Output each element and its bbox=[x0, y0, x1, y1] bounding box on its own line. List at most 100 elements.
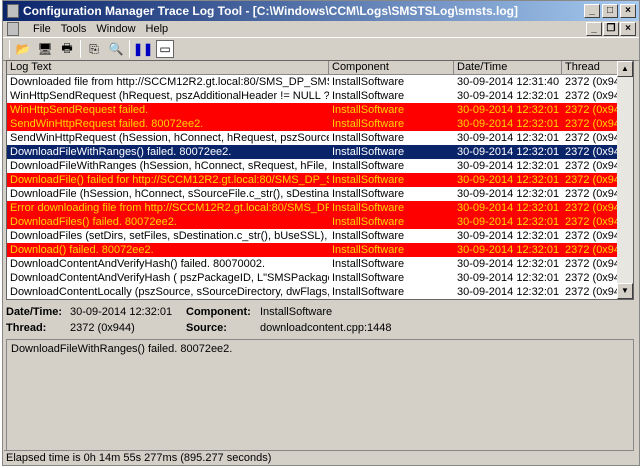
column-component[interactable]: Component bbox=[329, 61, 454, 75]
thread-cell: 2372 (0x944) bbox=[565, 258, 618, 270]
toolbar-separator bbox=[129, 40, 130, 58]
log-row[interactable]: Downloaded file from http://SCCM12R2.gt.… bbox=[7, 75, 633, 89]
component-cell: InstallSoftware bbox=[332, 272, 405, 284]
thread-cell: 2372 (0x944) bbox=[565, 132, 618, 144]
status-bar: Elapsed time is 0h 14m 55s 277ms (895.27… bbox=[4, 450, 634, 464]
maximize-button[interactable]: □ bbox=[602, 4, 618, 18]
thread-cell: 2372 (0x944) bbox=[565, 90, 618, 102]
log-row[interactable]: WinHttpSendRequest (hRequest, pszAdditio… bbox=[7, 89, 633, 103]
log-row[interactable]: DownloadFile (hSession, hConnect, sSourc… bbox=[7, 187, 633, 201]
toolbar: 📂 🖥 🖶 ⎘ 🔍 ❚❚ ▭ bbox=[3, 37, 639, 61]
log-row[interactable]: DownloadFile() failed for http://SCCM12R… bbox=[7, 173, 633, 187]
log-text-cell: Download() failed. 80072ee2. bbox=[10, 244, 154, 256]
component-cell: InstallSoftware bbox=[332, 188, 405, 200]
window-title: Configuration Manager Trace Log Tool - [… bbox=[23, 4, 518, 18]
scroll-up-arrow[interactable]: ▲ bbox=[617, 61, 633, 77]
column-datetime[interactable]: Date/Time bbox=[454, 61, 562, 75]
copy-icon[interactable]: ⎘ bbox=[85, 40, 103, 58]
open-icon[interactable]: 📂 bbox=[14, 40, 32, 58]
log-text-cell: DownloadContentAndVerifyHash() failed. 8… bbox=[10, 258, 265, 270]
log-row[interactable]: Error downloading file from http://SCCM1… bbox=[7, 201, 633, 215]
log-text-cell: WinHttpSendRequest failed. bbox=[10, 104, 149, 116]
menu-file[interactable]: File bbox=[33, 23, 51, 35]
component-cell: InstallSoftware bbox=[332, 258, 405, 270]
child-restore-button[interactable]: ❐ bbox=[603, 22, 619, 36]
component-cell: InstallSoftware bbox=[332, 160, 405, 172]
toolbar-separator bbox=[9, 40, 10, 58]
thread-cell: 2372 (0x944) bbox=[565, 202, 618, 214]
log-row[interactable]: SendWinHttpRequest (hSession, hConnect, … bbox=[7, 131, 633, 145]
log-row[interactable]: DownloadContentAndVerifyHash ( pszPackag… bbox=[7, 271, 633, 285]
thread-cell: 2372 (0x944) bbox=[565, 216, 618, 228]
pause-icon[interactable]: ❚❚ bbox=[133, 40, 153, 58]
log-row[interactable]: DownloadFileWithRanges (hSession, hConne… bbox=[7, 159, 633, 173]
log-text-cell: DownloadFile() failed for http://SCCM12R… bbox=[10, 174, 329, 186]
detail-panel: Date/Time: 30-09-2014 12:32:01 Component… bbox=[6, 303, 634, 339]
find-icon[interactable]: 🔍 bbox=[107, 40, 125, 58]
server-icon[interactable]: 🖥 bbox=[36, 40, 54, 58]
component-cell: InstallSoftware bbox=[332, 76, 405, 88]
log-row[interactable]: Download() failed. 80072ee2. InstallSoftw… bbox=[7, 243, 633, 257]
close-button[interactable]: × bbox=[620, 4, 636, 18]
vertical-scrollbar[interactable]: ▲ ▼ bbox=[617, 61, 633, 299]
log-text-cell: DownloadFiles (setDirs, setFiles, sDesti… bbox=[10, 230, 329, 242]
menu-tools[interactable]: Tools bbox=[61, 23, 87, 35]
log-row[interactable]: DownloadFileWithRanges() failed. 80072ee… bbox=[7, 145, 633, 159]
log-row[interactable]: DownloadFiles() failed. 80072ee2. Install… bbox=[7, 215, 633, 229]
child-minimize-button[interactable]: _ bbox=[586, 22, 602, 36]
log-text-cell: Error downloading file from http://SCCM1… bbox=[10, 202, 329, 214]
log-row[interactable]: DownloadContentLocally (pszSource, sSour… bbox=[7, 285, 633, 299]
datetime-cell: 30-09-2014 12:32:01 bbox=[457, 216, 560, 228]
menu-window[interactable]: Window bbox=[96, 23, 135, 35]
thread-cell: 2372 (0x944) bbox=[565, 230, 618, 242]
thread-cell: 2372 (0x944) bbox=[565, 272, 618, 284]
log-text-cell: WinHttpSendRequest (hRequest, pszAdditio… bbox=[10, 90, 329, 102]
datetime-cell: 30-09-2014 12:32:01 bbox=[457, 90, 560, 102]
log-text-cell: DownloadFileWithRanges() failed. 80072ee… bbox=[10, 146, 232, 158]
log-row[interactable]: DownloadContentAndVerifyHash() failed. 8… bbox=[7, 257, 633, 271]
datetime-cell: 30-09-2014 12:32:01 bbox=[457, 174, 560, 186]
datetime-cell: 30-09-2014 12:32:01 bbox=[457, 188, 560, 200]
toolbar-separator bbox=[80, 40, 81, 58]
column-log-text[interactable]: Log Text bbox=[7, 61, 329, 75]
thread-cell: 2372 (0x944) bbox=[565, 286, 618, 298]
log-row[interactable]: DownloadFiles (setDirs, setFiles, sDesti… bbox=[7, 229, 633, 243]
component-cell: InstallSoftware bbox=[332, 146, 405, 158]
thread-cell: 2372 (0x944) bbox=[565, 244, 618, 256]
minimize-button[interactable]: _ bbox=[584, 4, 600, 18]
menu-help[interactable]: Help bbox=[146, 23, 169, 35]
component-cell: InstallSoftware bbox=[332, 230, 405, 242]
print-icon[interactable]: 🖶 bbox=[58, 40, 76, 58]
thread-cell: 2372 (0x944) bbox=[565, 118, 618, 130]
component-value: InstallSoftware bbox=[260, 306, 333, 318]
menu-bar: File Tools Window Help _ ❐ × bbox=[3, 21, 639, 37]
datetime-cell: 30-09-2014 12:32:01 bbox=[457, 286, 560, 298]
log-row[interactable]: WinHttpSendRequest failed. InstallSoftwar… bbox=[7, 103, 633, 117]
datetime-cell: 30-09-2014 12:32:01 bbox=[457, 118, 560, 130]
status-text: Elapsed time is 0h 14m 55s 277ms (895.27… bbox=[6, 452, 272, 464]
datetime-cell: 30-09-2014 12:32:01 bbox=[457, 146, 560, 158]
component-cell: InstallSoftware bbox=[332, 118, 405, 130]
component-label: Component: bbox=[186, 306, 251, 318]
child-close-button[interactable]: × bbox=[620, 22, 636, 36]
thread-value: 2372 (0x944) bbox=[70, 322, 135, 334]
log-text-cell: Downloaded file from http://SCCM12R2.gt.… bbox=[10, 76, 329, 88]
message-text: DownloadFileWithRanges() failed. 80072ee… bbox=[11, 343, 233, 355]
column-thread[interactable]: Thread bbox=[562, 61, 618, 75]
component-cell: InstallSoftware bbox=[332, 216, 405, 228]
preview-icon[interactable]: ▭ bbox=[156, 40, 174, 58]
scroll-down-arrow[interactable]: ▼ bbox=[617, 283, 633, 299]
message-textbox[interactable]: DownloadFileWithRanges() failed. 80072ee… bbox=[6, 339, 634, 451]
app-icon bbox=[7, 4, 19, 18]
log-row[interactable]: SendWinHttpRequest failed. 80072ee2. Inst… bbox=[7, 117, 633, 131]
log-list[interactable]: Log Text Component Date/Time Thread Down… bbox=[6, 60, 634, 300]
log-text-cell: DownloadFileWithRanges (hSession, hConne… bbox=[10, 160, 329, 172]
datetime-cell: 30-09-2014 12:32:01 bbox=[457, 258, 560, 270]
datetime-cell: 30-09-2014 12:32:01 bbox=[457, 104, 560, 116]
thread-cell: 2372 (0x944) bbox=[565, 174, 618, 186]
title-bar[interactable]: Configuration Manager Trace Log Tool - [… bbox=[3, 1, 639, 21]
log-text-cell: DownloadFiles() failed. 80072ee2. bbox=[10, 216, 177, 228]
thread-cell: 2372 (0x944) bbox=[565, 188, 618, 200]
document-icon[interactable] bbox=[7, 22, 19, 36]
thread-cell: 2372 (0x944) bbox=[565, 160, 618, 172]
